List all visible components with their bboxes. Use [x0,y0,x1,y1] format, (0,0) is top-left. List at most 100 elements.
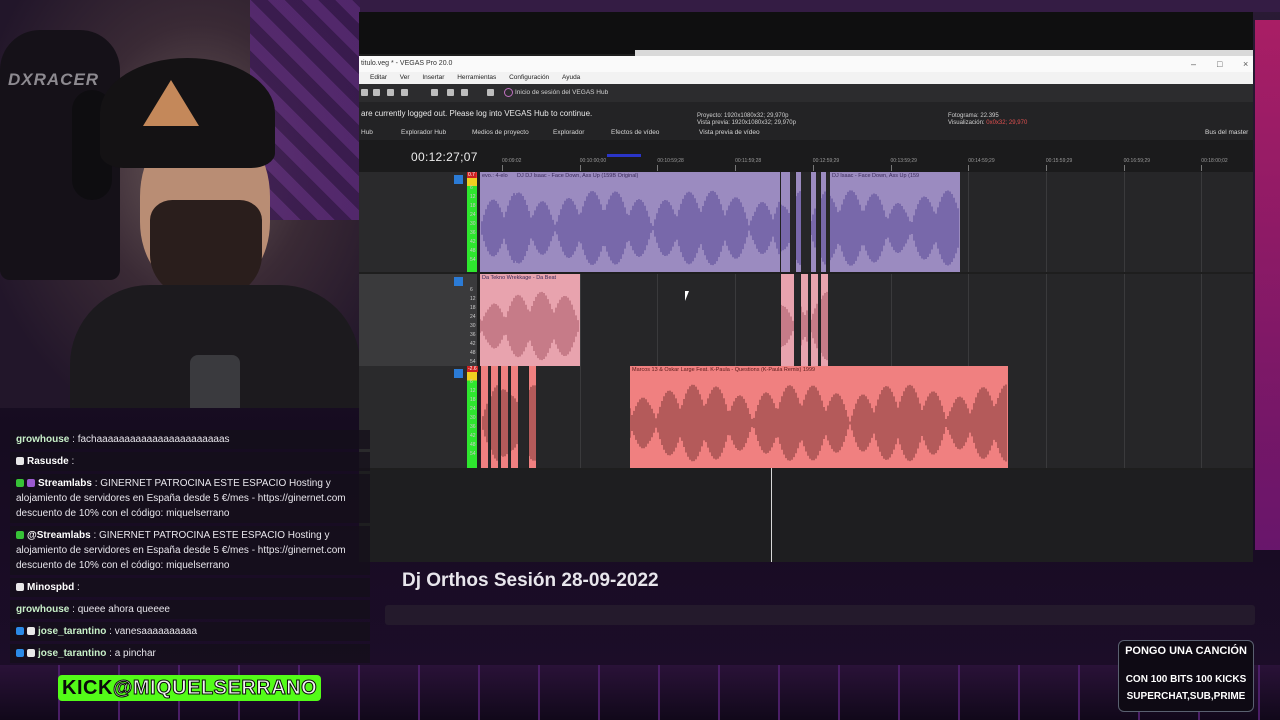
menu-editar[interactable]: Editar [370,72,387,84]
chat-username[interactable]: jose_tarantino [38,648,106,659]
audio-clip[interactable]: Marcos 13 & Oskar Large Feat. K-Paula - … [630,366,1008,468]
audio-clip-fragment[interactable] [528,366,536,468]
render-icon[interactable] [387,89,394,96]
audio-waveform [801,306,808,346]
time-ruler[interactable]: 00:09:02 00:10:00;00 00:10:59;28 00:11:59;2… [480,158,1253,172]
screen-top-region [359,12,1253,54]
menu-ayuda[interactable]: Ayuda [562,72,580,84]
meter-scale-tick: 18 [470,203,476,209]
ruler-tick-label: 00:10:59;28 [657,158,684,164]
audio-clip-fragment[interactable] [800,274,808,366]
track-lane[interactable]: Da Tekno Wrekkage - Da Beat [480,274,1253,366]
menu-herramientas[interactable]: Herramientas [457,72,496,84]
meter-scale-tick: 30 [470,221,476,227]
maximize-button[interactable]: □ [1217,56,1222,72]
chat-username[interactable]: @Streamlabs [27,530,91,541]
track-header[interactable] [359,366,467,468]
ruler-tick-label: 00:18:00;02 [1201,158,1228,164]
menu-ver[interactable]: Ver [400,72,410,84]
meter-scale-tick: 6 [470,379,473,385]
vegas-hub-icon[interactable] [504,88,513,97]
menu-insertar[interactable]: Insertar [422,72,444,84]
clip-label: evo.: 4-elo [482,173,508,179]
playhead-cursor[interactable] [771,468,772,562]
stream-title: Dj Orthos Sesión 28-09-2022 [402,570,659,591]
neon-edge-right [1255,20,1280,550]
audio-clip-fragment[interactable] [510,366,518,468]
chat-text: queee ahora queeee [77,604,170,615]
audio-clip-fragment[interactable] [820,274,828,366]
meter-scale-tick: 54 [470,451,476,457]
audio-clip[interactable]: evo.: 4-elo [480,172,515,272]
empty-track-area[interactable] [359,470,1253,562]
grid-line [735,274,737,366]
clip-label: DJ Isaac - Face Down, Ass Up (159 [832,173,920,179]
open-icon[interactable] [361,89,368,96]
audio-clip-fragment[interactable] [480,366,488,468]
tooth-badge-icon [16,583,24,591]
solo-button[interactable] [454,175,463,184]
chat-username[interactable]: growhouse [16,434,69,445]
song-request-promo: PONGO UNA CANCIÓN CON 100 BITS 100 KICKS… [1118,640,1254,712]
tab-efectos-video[interactable]: Efectos de vídeo [611,129,659,136]
audio-clip[interactable]: DJ DJ Isaac - Face Down, Ass Up (159B Or… [515,172,780,272]
audio-clip[interactable]: Da Tekno Wrekkage - Da Beat [480,274,580,366]
tab-vista-previa[interactable]: Vista previa de vídeo [699,129,760,136]
tab-medios-proyecto[interactable]: Medios de proyecto [472,129,529,136]
frame-info: Fotograma: 22.395 Visualización: 0x0x32;… [948,113,1027,127]
audio-clip[interactable]: DJ Isaac - Face Down, Ass Up (159 [830,172,960,272]
tab-explorador[interactable]: Explorador [553,129,584,136]
meter-scale-tick: 42 [470,239,476,245]
audio-clip-fragment[interactable] [780,172,790,272]
meter-scale-tick: 42 [470,341,476,347]
chat-username[interactable]: Minospbd [27,582,74,593]
tab-hub[interactable]: Hub [361,129,373,136]
grid-line [890,274,892,366]
chat-message: growhouse : fachaaaaaaaaaaaaaaaaaaaaaaas [10,430,370,449]
tab-explorador-hub[interactable]: Explorador Hub [401,129,446,136]
minimize-button[interactable]: – [1191,56,1196,72]
timeline-header: 00:12:27;07 00:09:02 00:10:00;00 00:10:59;… [359,140,1253,172]
solo-button[interactable] [454,277,463,286]
grid-line [1045,274,1047,366]
delete-icon[interactable] [447,89,454,96]
chat-username[interactable]: Streamlabs [38,478,92,489]
grid-line [968,274,970,366]
chat-username[interactable]: growhouse [16,604,69,615]
track-header[interactable] [359,172,467,272]
hub-login-label[interactable]: Inicio de sesión del VEGAS Hub [515,84,608,102]
meter-scale-tick: 54 [470,257,476,263]
audio-clip-fragment[interactable] [500,366,508,468]
gear-icon[interactable] [401,89,408,96]
track-lane[interactable]: Marcos 13 & Oskar Large Feat. K-Paula - … [480,366,1253,468]
audio-clip-fragment[interactable] [490,366,498,468]
chat-username[interactable]: Rasusde [27,456,69,467]
undo-icon[interactable] [461,89,468,96]
audio-waveform [811,303,818,349]
chat-username[interactable]: jose_tarantino [38,626,106,637]
tab-bus-master[interactable]: Bus del master [1205,129,1248,136]
menu-configuracion[interactable]: Configuración [509,72,549,84]
track-lane[interactable]: evo.: 4-elo DJ DJ Isaac - Face Down, Ass … [480,172,1253,272]
cut-icon[interactable] [431,89,438,96]
ruler-tick-mark [579,165,581,171]
audio-clip-fragment[interactable] [810,274,818,366]
audio-clip-fragment[interactable] [810,172,816,272]
track-header[interactable] [359,274,467,366]
audio-clip-fragment[interactable] [795,172,801,272]
audio-clip-fragment[interactable] [780,274,794,366]
meter-scale-tick: 18 [470,397,476,403]
meter-scale-tick: 48 [470,248,476,254]
solo-button[interactable] [454,369,463,378]
waveform-path [811,208,816,248]
save-icon[interactable] [373,89,380,96]
close-button[interactable]: × [1243,56,1248,72]
grid-line [1201,366,1203,468]
audio-clip-fragment[interactable] [820,172,826,272]
grid-line [1201,172,1203,272]
waveform-path [821,291,828,361]
loop-region[interactable] [607,154,641,157]
redo-icon[interactable] [487,89,494,96]
microphone [190,355,240,408]
ruler-tick-mark [890,165,892,171]
